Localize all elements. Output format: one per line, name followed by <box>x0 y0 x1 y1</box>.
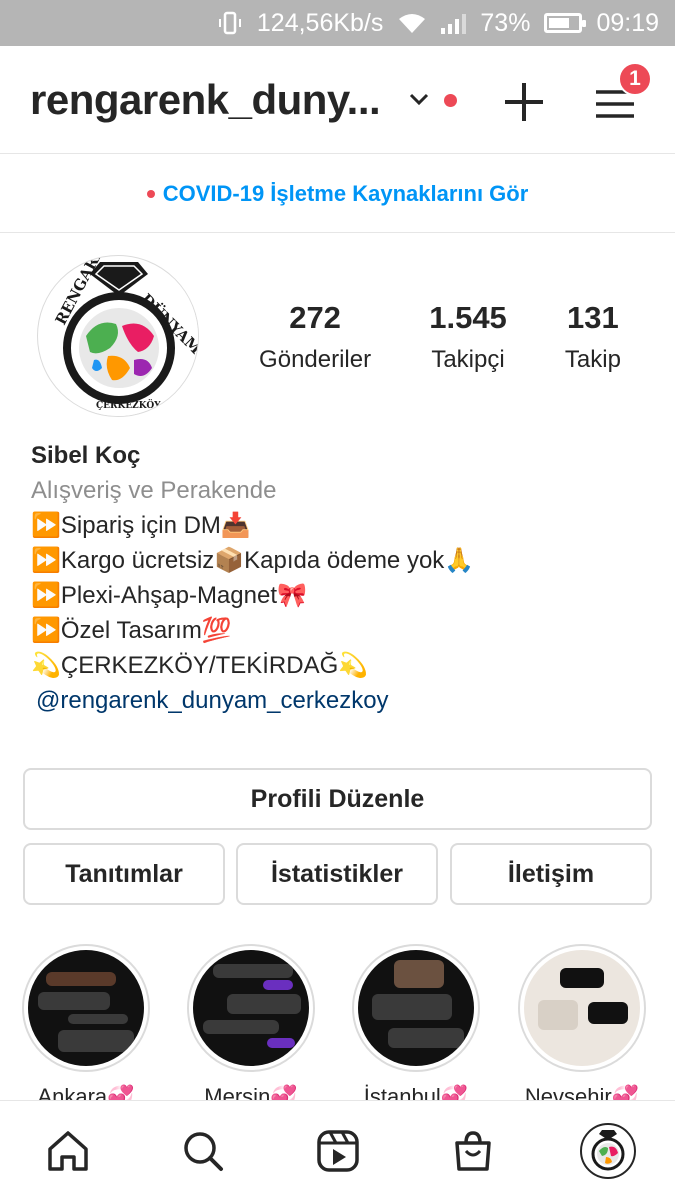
highlight-cover <box>193 950 309 1066</box>
highlight-ring <box>187 944 315 1072</box>
battery-percent: 73% <box>480 8 531 37</box>
bio-line: ⏩Plexi-Ahşap-Magnet🎀 <box>31 582 307 609</box>
search-icon[interactable] <box>175 1123 231 1179</box>
clock: 09:19 <box>596 8 659 37</box>
followers-label: Takipçi <box>431 346 505 373</box>
highlight-cover <box>524 950 640 1066</box>
highlight-cover <box>358 950 474 1066</box>
highlight-ring <box>352 944 480 1072</box>
covid-resources-link[interactable]: COVID-19 İşletme Kaynaklarını Gör <box>0 155 675 233</box>
banner-dot <box>146 189 155 198</box>
promotions-button[interactable]: Tanıtımlar <box>23 843 225 905</box>
profile-avatar[interactable]: RENGARENK DÜNYAM ÇERKEZKÖY <box>37 255 199 417</box>
brand-logo-small <box>583 1126 632 1175</box>
profile-bio: Sibel Koç Alışveriş ve Perakende ⏩Sipari… <box>31 438 651 718</box>
following-count: 131 <box>567 300 619 335</box>
chevron-down-icon[interactable] <box>408 88 430 110</box>
story-highlight[interactable]: Mersin💞 <box>187 944 315 1110</box>
stat-followers[interactable]: 1.545 Takipçi <box>429 300 507 374</box>
covid-banner-text: COVID-19 İşletme Kaynaklarını Gör <box>162 180 529 206</box>
highlight-ring <box>22 944 150 1072</box>
menu-badge: 1 <box>618 62 652 96</box>
battery-icon <box>544 13 587 33</box>
display-name: Sibel Koç <box>31 442 141 469</box>
story-highlight[interactable]: Nevşehir💞 <box>518 944 646 1110</box>
new-post-button[interactable] <box>502 80 546 124</box>
profile-stats: 272 Gönderiler 1.545 Takipçi 131 Takip <box>230 300 650 374</box>
story-highlight[interactable]: Ankara💞 <box>22 944 150 1110</box>
category-label: Alışveriş ve Perakende <box>31 477 277 504</box>
username[interactable]: rengarenk_duny... <box>30 76 381 124</box>
network-speed: 124,56Kb/s <box>256 8 384 37</box>
posts-label: Gönderiler <box>259 346 372 373</box>
contact-button[interactable]: İletişim <box>450 843 652 905</box>
avatar <box>579 1122 636 1179</box>
story-highlight[interactable]: İstanbul💞 <box>352 944 480 1110</box>
status-bar: 124,56Kb/s 73% 09:19 <box>0 0 675 46</box>
stat-following[interactable]: 131 Takip <box>565 300 621 374</box>
reels-icon[interactable] <box>310 1123 366 1179</box>
vibrate-icon <box>217 10 243 36</box>
profile-header: rengarenk_duny... 1 <box>0 46 675 154</box>
highlight-ring <box>518 944 646 1072</box>
bottom-navigation <box>0 1100 675 1200</box>
stat-posts[interactable]: 272 Gönderiler <box>259 300 371 374</box>
profile-tab[interactable] <box>579 1122 636 1179</box>
insights-button[interactable]: İstatistikler <box>236 843 438 905</box>
bio-line: ⏩Sipariş için DM📥 <box>31 512 251 539</box>
edit-profile-button[interactable]: Profili Düzenle <box>23 768 652 830</box>
mention-link[interactable]: @rengarenk_dunyam_cerkezkoy <box>36 683 651 718</box>
bio-line: ⏩Özel Tasarım💯 <box>31 617 232 644</box>
signal-icon <box>441 12 467 34</box>
notification-dot <box>444 94 457 107</box>
following-label: Takip <box>564 346 621 373</box>
brand-logo: RENGARENK DÜNYAM ÇERKEZKÖY <box>39 256 198 416</box>
followers-count: 1.545 <box>429 300 507 335</box>
bio-line: 💫ÇERKEZKÖY/TEKİRDAĞ💫 <box>31 652 369 679</box>
shop-icon[interactable] <box>445 1123 501 1179</box>
highlight-cover <box>28 950 144 1066</box>
battery-fill <box>549 18 570 28</box>
bio-line: ⏩Kargo ücretsiz📦Kapıda ödeme yok🙏 <box>31 547 475 574</box>
posts-count: 272 <box>289 300 341 335</box>
home-icon[interactable] <box>40 1123 96 1179</box>
wifi-icon <box>397 11 427 35</box>
